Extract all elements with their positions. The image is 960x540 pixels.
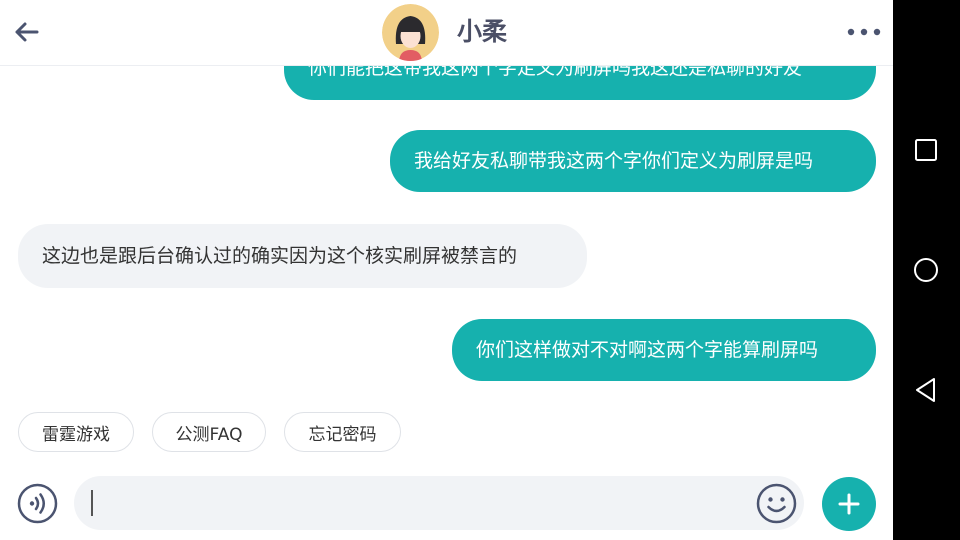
voice-icon — [17, 483, 58, 524]
quick-reply-button[interactable]: 雷霆游戏 — [18, 412, 134, 452]
recent-apps-button[interactable] — [906, 130, 946, 170]
emoji-icon — [756, 483, 797, 524]
back-nav-button[interactable] — [906, 370, 946, 410]
quick-reply-button[interactable]: 忘记密码 — [284, 412, 401, 452]
avatar[interactable] — [382, 4, 439, 61]
arrow-left-icon — [15, 22, 39, 42]
more-button[interactable] — [840, 14, 888, 50]
back-button[interactable] — [8, 14, 44, 50]
chat-title: 小柔 — [457, 17, 508, 46]
chat-header: 小柔 — [0, 0, 893, 66]
voice-button[interactable] — [17, 483, 58, 524]
add-button[interactable] — [822, 477, 876, 531]
message-text: 我给好友私聊带我这两个字你们定义为刷屏是吗 — [414, 150, 814, 172]
more-horizontal-icon — [847, 28, 881, 36]
message-text: 你们这样做对不对啊这两个字能算刷屏吗 — [476, 339, 819, 361]
message-incoming: 这边也是跟后台确认过的确实因为这个核实刷屏被禁言的 — [18, 224, 587, 288]
message-text: 这边也是跟后台确认过的确实因为这个核实刷屏被禁言的 — [42, 245, 518, 267]
system-navigation-bar — [893, 0, 960, 540]
text-caret — [91, 490, 93, 516]
chat-screen: 你们能把这带我这两个字定义为刷屏吗我这还是私聊的好友 我给好友私聊带我这两个字你… — [0, 0, 893, 540]
message-input-box[interactable] — [74, 476, 804, 530]
quick-reply-button[interactable]: 公测FAQ — [152, 412, 266, 452]
message-input[interactable] — [92, 488, 732, 518]
triangle-back-icon — [916, 378, 935, 402]
plus-icon — [838, 493, 860, 515]
square-icon — [915, 139, 937, 161]
message-outgoing: 你们这样做对不对啊这两个字能算刷屏吗 — [452, 319, 876, 381]
circle-icon — [914, 258, 938, 282]
emoji-button[interactable] — [756, 483, 797, 524]
message-outgoing: 我给好友私聊带我这两个字你们定义为刷屏是吗 — [390, 130, 876, 192]
home-button[interactable] — [906, 250, 946, 290]
